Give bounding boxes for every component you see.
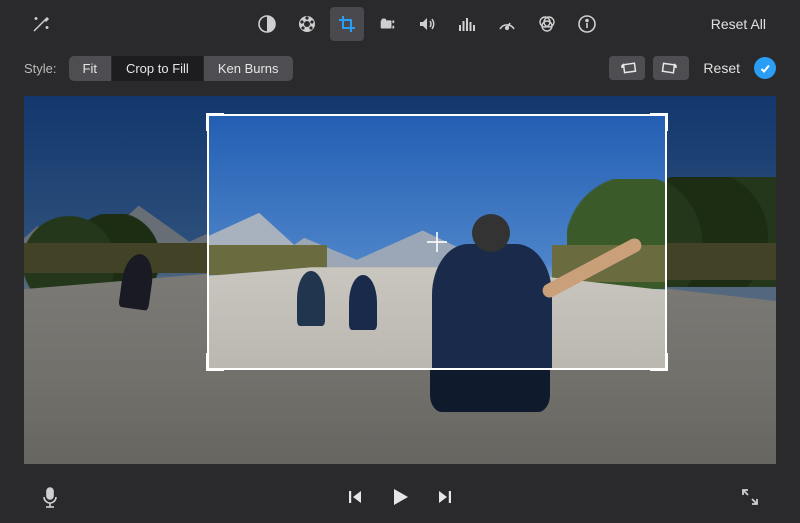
apply-crop-button[interactable]: [754, 57, 776, 79]
previous-frame-button[interactable]: [346, 488, 364, 506]
crop-handle-top-right[interactable]: [650, 113, 668, 131]
crop-rectangle[interactable]: [207, 114, 667, 370]
rotate-ccw-button[interactable]: [609, 56, 645, 80]
style-ken-burns-button[interactable]: Ken Burns: [204, 56, 293, 81]
adjustments-toolbar: Reset All: [0, 0, 800, 48]
equalizer-icon[interactable]: [450, 7, 484, 41]
volume-icon[interactable]: [410, 7, 444, 41]
crop-style-bar: Style: Fit Crop to Fill Ken Burns Reset: [0, 48, 800, 88]
rotate-cw-button[interactable]: [653, 56, 689, 80]
style-crop-to-fill-button[interactable]: Crop to Fill: [112, 56, 204, 81]
speed-icon[interactable]: [490, 7, 524, 41]
color-filter-icon[interactable]: [530, 7, 564, 41]
crop-icon[interactable]: [330, 7, 364, 41]
auto-enhance-icon[interactable]: [24, 7, 58, 41]
style-segmented-control: Fit Crop to Fill Ken Burns: [69, 56, 293, 81]
crop-handle-bottom-right[interactable]: [650, 353, 668, 371]
style-fit-button[interactable]: Fit: [69, 56, 112, 81]
crop-center-crosshair-icon: [427, 232, 447, 252]
crop-handle-top-left[interactable]: [206, 113, 224, 131]
style-label: Style:: [24, 61, 57, 76]
reset-all-button[interactable]: Reset All: [701, 10, 776, 38]
stabilize-icon[interactable]: [370, 7, 404, 41]
voiceover-record-button[interactable]: [40, 486, 60, 508]
info-icon[interactable]: [570, 7, 604, 41]
color-balance-icon[interactable]: [250, 7, 284, 41]
playback-bar: [0, 471, 800, 523]
crop-handle-bottom-left[interactable]: [206, 353, 224, 371]
fullscreen-button[interactable]: [740, 487, 760, 507]
reset-crop-button[interactable]: Reset: [697, 60, 746, 76]
play-button[interactable]: [388, 485, 412, 509]
color-wheel-icon[interactable]: [290, 7, 324, 41]
video-preview[interactable]: [24, 96, 776, 464]
next-frame-button[interactable]: [436, 488, 454, 506]
